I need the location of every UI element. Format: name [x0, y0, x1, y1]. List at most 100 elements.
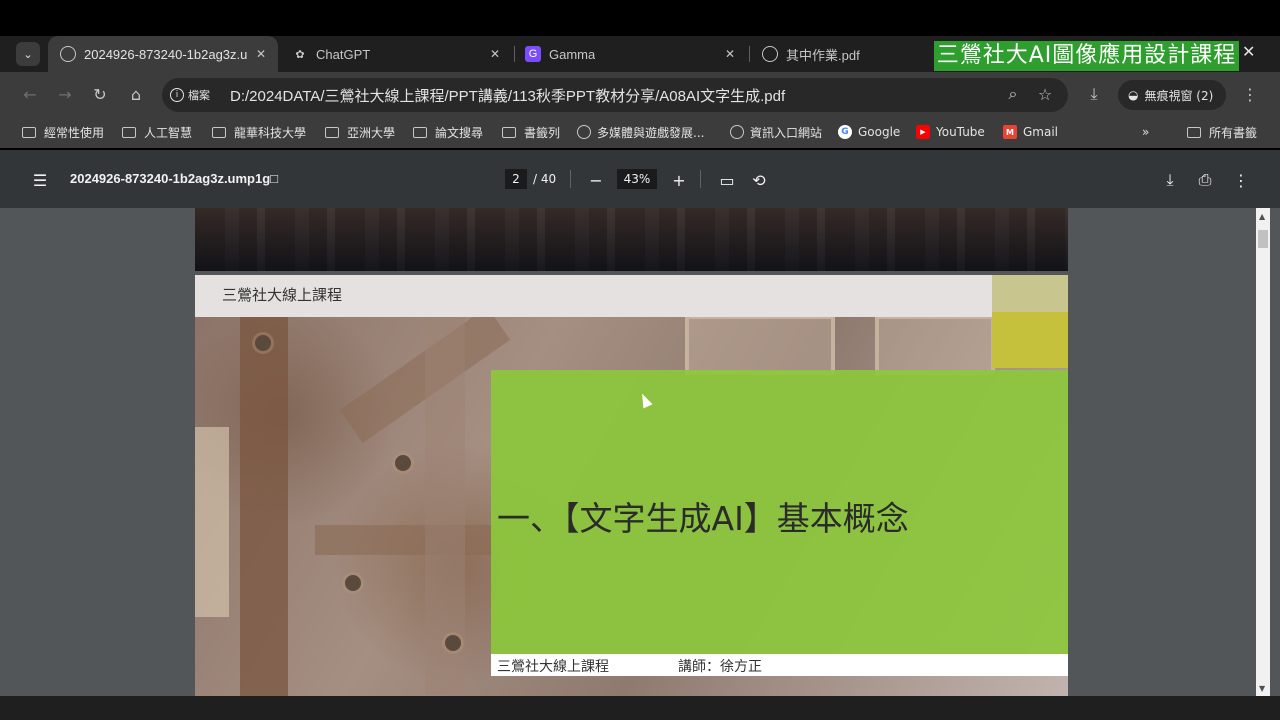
- pdf-filename: 2024926-873240-1b2ag3z.ump1g□: [70, 171, 279, 186]
- tab-chatgpt[interactable]: ✿ ChatGPT ✕: [280, 36, 512, 72]
- bookmark-folder[interactable]: 論文搜尋: [413, 122, 483, 142]
- bookmark-folder[interactable]: 龍華科技大學: [212, 122, 306, 142]
- zoom-out-icon[interactable]: −: [585, 169, 607, 191]
- close-icon[interactable]: ✕: [725, 47, 735, 61]
- folder-icon: [325, 126, 339, 138]
- openai-icon: ✿: [295, 48, 305, 61]
- tab-gamma[interactable]: G Gamma ✕: [515, 36, 747, 72]
- back-icon[interactable]: ←: [20, 84, 40, 104]
- bookmark-folder[interactable]: 人工智慧: [122, 122, 192, 142]
- rotate-icon[interactable]: ⟲: [748, 169, 770, 191]
- site-info-label: 檔案: [188, 89, 210, 102]
- incognito-button[interactable]: ◒ 無痕視窗 (2): [1118, 80, 1226, 110]
- forward-icon[interactable]: →: [55, 84, 75, 104]
- gmail-icon: M: [1003, 125, 1017, 139]
- incognito-label: 無痕視窗 (2): [1144, 88, 1214, 103]
- decor-frame: [875, 315, 995, 375]
- previous-page-shade: [195, 208, 1068, 271]
- more-bookmarks-button[interactable]: »: [1142, 122, 1149, 142]
- chevron-down-icon: ⌄: [23, 47, 33, 61]
- site-info-button[interactable]: i 檔案: [170, 85, 210, 105]
- url-text[interactable]: D:/2024DATA/三鶯社大線上課程/PPT講義/113秋季PPT教材分享/…: [230, 85, 785, 106]
- zoom-input[interactable]: 43%: [617, 169, 657, 189]
- bookmark-link[interactable]: ▶ YouTube: [916, 122, 985, 142]
- bookmark-label: 龍華科技大學: [234, 125, 307, 140]
- bookmark-label: 書籤列: [524, 125, 561, 140]
- folder-icon: [122, 126, 136, 138]
- fit-page-icon[interactable]: ▭: [716, 169, 738, 191]
- google-icon: G: [838, 125, 852, 139]
- tab-search-button[interactable]: ⌄: [16, 42, 40, 66]
- decor-frame: [685, 315, 835, 375]
- bookmark-link[interactable]: M Gmail: [1003, 122, 1058, 142]
- globe-icon: [60, 46, 76, 62]
- menu-icon[interactable]: ⋮: [1240, 84, 1260, 104]
- gamma-icon: G: [525, 46, 541, 62]
- bookmark-link[interactable]: 資訊入口網站: [730, 122, 822, 142]
- bookmark-label: Gmail: [1023, 125, 1059, 139]
- star-icon[interactable]: ☆: [1035, 84, 1055, 104]
- folder-icon: [1187, 126, 1201, 138]
- pdf-page: 三鶯社大線上課程 一、【文字生成AI】基本概念 三鶯社大線上課程 講師：徐方正: [195, 275, 1068, 696]
- youtube-icon: ▶: [916, 125, 930, 139]
- screen-bottom-band: [0, 696, 1280, 720]
- bookmark-folder[interactable]: 亞洲大學: [325, 122, 395, 142]
- info-icon: i: [170, 88, 184, 102]
- scrollbar[interactable]: [1256, 208, 1270, 696]
- more-bookmarks-label: »: [1142, 125, 1150, 139]
- slide-corner-accent: [992, 275, 1068, 368]
- bookmark-link[interactable]: 多媒體與遊戲發展...: [577, 122, 704, 142]
- all-bookmarks-folder[interactable]: 所有書籤: [1187, 122, 1257, 142]
- divider: [700, 170, 701, 188]
- scrollbar-thumb[interactable]: [1258, 230, 1268, 248]
- bookmark-label: 人工智慧: [144, 125, 193, 140]
- globe-icon: [762, 46, 778, 62]
- course-banner: 三鶯社大AI圖像應用設計課程: [934, 41, 1239, 71]
- decor-bolt: [395, 455, 411, 471]
- decor-bolt: [255, 335, 271, 351]
- tab-title: ChatGPT: [316, 46, 371, 62]
- folder-icon: [22, 126, 36, 138]
- decor-bolt: [345, 575, 361, 591]
- bookmark-folder[interactable]: 書籤列: [502, 122, 560, 142]
- bookmark-label: 資訊入口網站: [750, 125, 823, 140]
- globe-icon: [577, 125, 591, 139]
- download-icon[interactable]: ⤓: [1084, 84, 1104, 104]
- page-number-input[interactable]: 2: [505, 169, 527, 189]
- tab-active-pdf[interactable]: 2024926-873240-1b2ag3z.u ✕: [48, 36, 278, 72]
- bookmark-label: Google: [858, 125, 901, 139]
- tab-title: 其中作業.pdf: [786, 47, 860, 63]
- screen-top-band: [0, 0, 1280, 36]
- slide-header: 三鶯社大線上課程: [222, 286, 343, 304]
- decor-bar: [315, 525, 495, 555]
- tab-title: Gamma: [549, 46, 596, 62]
- page-total: / 40: [533, 172, 557, 186]
- scroll-up-icon[interactable]: ▲: [1259, 212, 1265, 221]
- bookmark-folder[interactable]: 經常性使用: [22, 122, 104, 142]
- incognito-icon: ◒: [1128, 88, 1139, 102]
- tab-pdf-2[interactable]: 其中作業.pdf: [750, 36, 930, 72]
- zoom-in-icon[interactable]: +: [668, 169, 690, 191]
- bookmark-link[interactable]: G Google: [838, 122, 900, 142]
- close-icon[interactable]: ✕: [256, 47, 266, 61]
- slide-title: 一、【文字生成AI】基本概念: [497, 499, 909, 538]
- close-icon[interactable]: ✕: [490, 47, 500, 61]
- reload-icon[interactable]: ↻: [90, 84, 110, 104]
- slide-left-accent: [195, 427, 229, 617]
- bookmark-label: 所有書籤: [1209, 125, 1258, 140]
- home-icon[interactable]: ⌂: [126, 84, 146, 104]
- scroll-down-icon[interactable]: ▼: [1259, 684, 1265, 693]
- globe-icon: [730, 125, 744, 139]
- slide-footer-course: 三鶯社大線上課程: [497, 659, 609, 675]
- zoom-search-icon[interactable]: ⌕: [1003, 84, 1023, 104]
- close-icon[interactable]: ✕: [1242, 42, 1255, 61]
- download-icon[interactable]: ⤓: [1159, 169, 1181, 191]
- folder-icon: [413, 126, 427, 138]
- bookmark-label: 亞洲大學: [347, 125, 396, 140]
- print-icon[interactable]: ⎙: [1194, 169, 1216, 191]
- bookmark-label: 論文搜尋: [435, 125, 484, 140]
- more-options-icon[interactable]: ⋮: [1230, 169, 1252, 191]
- folder-icon: [502, 126, 516, 138]
- hamburger-menu-icon[interactable]: ☰: [29, 169, 51, 191]
- slide-footer-instructor: 講師：徐方正: [678, 659, 762, 675]
